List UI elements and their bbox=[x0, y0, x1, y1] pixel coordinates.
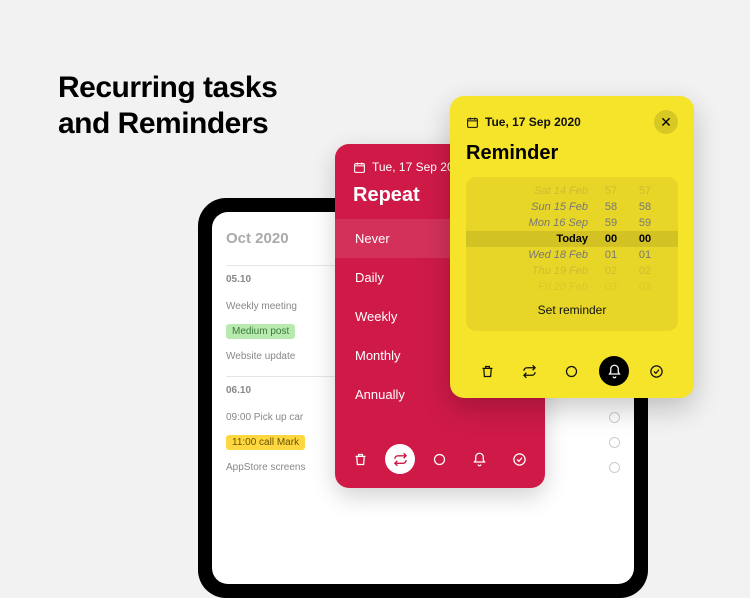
reminder-toolbar bbox=[466, 348, 678, 388]
trash-button[interactable] bbox=[472, 356, 502, 386]
calendar-icon bbox=[353, 161, 366, 174]
trash-icon bbox=[353, 452, 368, 467]
picker-date: Fri 20 Feb bbox=[482, 281, 594, 293]
repeat-icon bbox=[393, 452, 408, 467]
picker-minute: 58 bbox=[628, 201, 662, 213]
check-icon bbox=[609, 462, 620, 473]
bell-button[interactable] bbox=[599, 356, 629, 386]
reminder-date-text: Tue, 17 Sep 2020 bbox=[485, 115, 581, 129]
reminder-panel: Tue, 17 Sep 2020 ✕ Reminder Sat 14 Feb57… bbox=[450, 96, 694, 398]
picker-row[interactable]: Sat 14 Feb5757 bbox=[466, 183, 678, 199]
picker-row-selected[interactable]: Today0000 bbox=[466, 231, 678, 247]
headline: Recurring tasks and Reminders bbox=[58, 70, 277, 142]
bell-icon bbox=[607, 364, 622, 379]
picker-row[interactable]: Mon 16 Sep5959 bbox=[466, 215, 678, 231]
reminder-date-row: Tue, 17 Sep 2020 bbox=[466, 115, 581, 129]
check-circle-icon bbox=[649, 364, 664, 379]
picker-row[interactable]: Wed 18 Feb0101 bbox=[466, 247, 678, 263]
picker-minute: 02 bbox=[628, 265, 662, 277]
picker-hour: 59 bbox=[594, 217, 628, 229]
picker-date: Mon 16 Sep bbox=[482, 217, 594, 229]
picker-minute: 01 bbox=[628, 249, 662, 261]
set-reminder-button[interactable]: Set reminder bbox=[466, 295, 678, 321]
task-text: Weekly meeting bbox=[226, 301, 297, 312]
circle-button[interactable] bbox=[425, 444, 455, 474]
picker-minute: 59 bbox=[628, 217, 662, 229]
repeat-icon bbox=[522, 364, 537, 379]
trash-button[interactable] bbox=[346, 444, 376, 474]
check-button[interactable] bbox=[642, 356, 672, 386]
check-icon bbox=[609, 437, 620, 448]
headline-line2: and Reminders bbox=[58, 107, 268, 140]
picker-row[interactable]: Thu 19 Feb0202 bbox=[466, 263, 678, 279]
close-button[interactable]: ✕ bbox=[654, 110, 678, 134]
task-text: AppStore screens bbox=[226, 462, 306, 473]
picker-date: Thu 19 Feb bbox=[482, 265, 594, 277]
bell-button[interactable] bbox=[465, 444, 495, 474]
calendar-icon bbox=[466, 116, 479, 129]
bell-icon bbox=[472, 452, 487, 467]
trash-icon bbox=[480, 364, 495, 379]
circle-button[interactable] bbox=[557, 356, 587, 386]
picker-minute: 03 bbox=[628, 281, 662, 293]
check-icon bbox=[609, 412, 620, 423]
circle-icon bbox=[564, 364, 579, 379]
picker-minute: 57 bbox=[628, 185, 662, 197]
picker-row[interactable]: Fri 20 Feb0303 bbox=[466, 279, 678, 295]
picker-date: Sat 14 Feb bbox=[482, 185, 594, 197]
time-picker[interactable]: Sat 14 Feb5757 Sun 15 Feb5858 Mon 16 Sep… bbox=[466, 177, 678, 331]
check-button[interactable] bbox=[504, 444, 534, 474]
circle-icon bbox=[432, 452, 447, 467]
picker-hour: 03 bbox=[594, 281, 628, 293]
picker-date: Wed 18 Feb bbox=[482, 249, 594, 261]
picker-minute: 00 bbox=[628, 233, 662, 245]
picker-hour: 57 bbox=[594, 185, 628, 197]
picker-hour: 01 bbox=[594, 249, 628, 261]
picker-hour: 00 bbox=[594, 233, 628, 245]
task-tag-yellow: 11:00 call Mark bbox=[226, 435, 305, 450]
repeat-button[interactable] bbox=[385, 444, 415, 474]
picker-hour: 58 bbox=[594, 201, 628, 213]
reminder-header: Tue, 17 Sep 2020 ✕ bbox=[466, 110, 678, 134]
headline-line1: Recurring tasks bbox=[58, 71, 277, 104]
repeat-toolbar bbox=[335, 434, 545, 488]
task-tag-green: Medium post bbox=[226, 324, 295, 339]
picker-row[interactable]: Sun 15 Feb5858 bbox=[466, 199, 678, 215]
picker-date: Sun 15 Feb bbox=[482, 201, 594, 213]
task-text: Website update bbox=[226, 351, 295, 362]
picker-date: Today bbox=[482, 233, 594, 245]
check-circle-icon bbox=[512, 452, 527, 467]
repeat-button[interactable] bbox=[515, 356, 545, 386]
task-text: 09:00 Pick up car bbox=[226, 412, 303, 423]
close-icon: ✕ bbox=[660, 114, 672, 131]
reminder-title: Reminder bbox=[466, 142, 678, 165]
picker-hour: 02 bbox=[594, 265, 628, 277]
